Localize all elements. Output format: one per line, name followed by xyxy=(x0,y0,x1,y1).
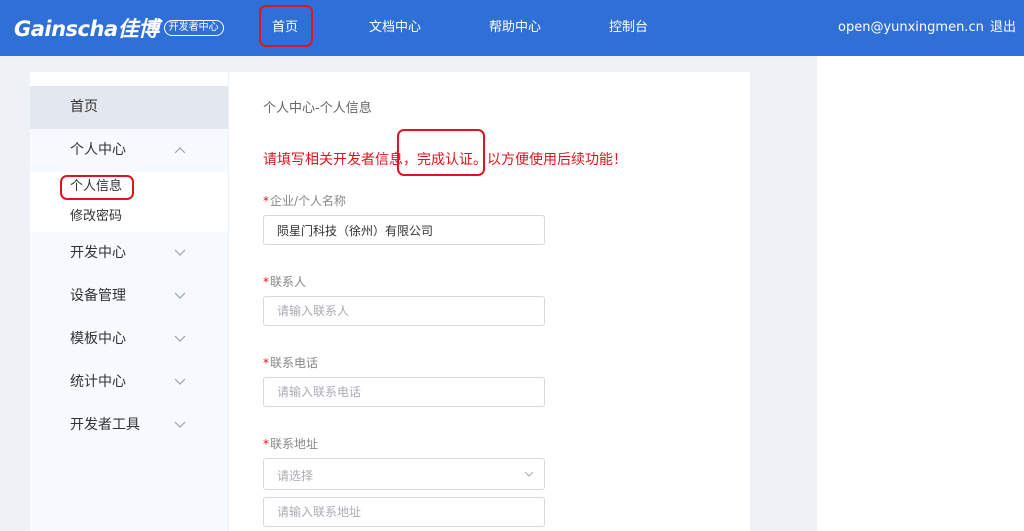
sidebar-item-label: 首页 xyxy=(70,99,98,115)
sidebar-item-label: 开发者工具 xyxy=(70,417,140,433)
sidebar-subitem-change-password[interactable]: 修改密码 xyxy=(70,208,122,226)
contact-label: *联系人 xyxy=(263,273,306,290)
sidebar-item-home[interactable]: 首页 xyxy=(30,86,228,129)
sidebar-item-label: 统计中心 xyxy=(70,374,126,390)
highlight-box-notice xyxy=(397,129,485,176)
sidebar-item-label: 模板中心 xyxy=(70,331,126,347)
sidebar-item-dev-tools[interactable]: 开发者工具 xyxy=(30,404,228,447)
sidebar-top-spacer xyxy=(30,72,228,86)
phone-label-text: 联系电话 xyxy=(270,356,319,370)
chevron-down-icon xyxy=(174,249,186,256)
chevron-down-icon xyxy=(174,335,186,342)
contact-input[interactable] xyxy=(263,296,545,326)
company-name-label: *企业/个人名称 xyxy=(263,192,346,209)
region-select-placeholder: 请选择 xyxy=(277,469,314,483)
breadcrumb: 个人中心-个人信息 xyxy=(263,101,372,116)
top-nav-bar: Gainscha佳博 开发者中心 首页 文档中心 帮助中心 控制台 open@y… xyxy=(0,0,1024,56)
main-content-card: 个人中心-个人信息 请填写相关开发者信息，完成认证。以方便使用后续功能！ *企业… xyxy=(229,72,750,531)
phone-input[interactable] xyxy=(263,377,545,407)
address-label-text: 联系地址 xyxy=(270,437,319,451)
company-name-label-text: 企业/个人名称 xyxy=(270,194,347,208)
brand-name: Gainscha佳博 xyxy=(14,17,159,41)
sidebar: 首页 个人中心 个人信息 修改密码 开发中心 设备管理 模板中心 统计中心 开发… xyxy=(30,72,228,531)
brand-badge: 开发者中心 xyxy=(163,20,224,36)
chevron-down-icon xyxy=(524,471,534,477)
chevron-up-icon xyxy=(174,147,186,154)
sidebar-item-device-mgmt[interactable]: 设备管理 xyxy=(30,275,228,318)
company-name-input[interactable] xyxy=(263,215,545,245)
address-label: *联系地址 xyxy=(263,435,318,452)
sidebar-item-label: 设备管理 xyxy=(70,288,126,304)
user-email: open@yunxingmen.cn xyxy=(838,20,984,35)
sidebar-item-template-center[interactable]: 模板中心 xyxy=(30,318,228,361)
highlight-box-personal-info xyxy=(60,175,134,200)
sidebar-item-label: 个人中心 xyxy=(70,142,126,158)
right-blank-area xyxy=(817,56,1024,531)
brand-logo[interactable]: Gainscha佳博 开发者中心 xyxy=(14,14,224,42)
chevron-down-icon xyxy=(174,378,186,385)
required-mark: * xyxy=(263,275,269,289)
highlight-box-nav-home xyxy=(259,5,313,47)
region-select[interactable]: 请选择 xyxy=(263,458,545,490)
required-mark: * xyxy=(263,437,269,451)
sidebar-item-stats-center[interactable]: 统计中心 xyxy=(30,361,228,404)
logout-link[interactable]: 退出 xyxy=(990,0,1016,56)
chevron-down-icon xyxy=(174,421,186,428)
nav-docs[interactable]: 文档中心 xyxy=(369,0,421,56)
chevron-down-icon xyxy=(174,292,186,299)
sidebar-item-label: 开发中心 xyxy=(70,245,126,261)
required-mark: * xyxy=(263,194,269,208)
phone-label: *联系电话 xyxy=(263,354,318,371)
contact-label-text: 联系人 xyxy=(270,275,307,289)
nav-console[interactable]: 控制台 xyxy=(609,0,648,56)
required-mark: * xyxy=(263,356,269,370)
nav-help[interactable]: 帮助中心 xyxy=(489,0,541,56)
sidebar-item-dev-center[interactable]: 开发中心 xyxy=(30,232,228,275)
sidebar-item-personal-center[interactable]: 个人中心 xyxy=(30,129,228,172)
address-input[interactable] xyxy=(263,497,545,527)
